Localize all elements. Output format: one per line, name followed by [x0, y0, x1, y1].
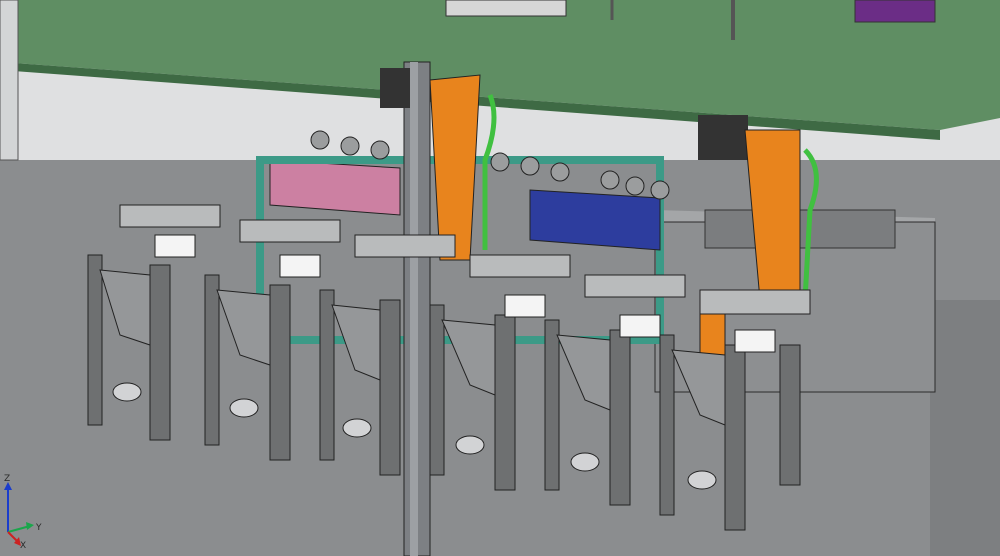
- assembly-scene[interactable]: [0, 0, 1000, 556]
- steel-pillar-face: [410, 62, 418, 556]
- pink-tray: [269, 159, 401, 216]
- y-axis-label: Y: [35, 523, 42, 533]
- blue-plate: [529, 189, 661, 251]
- cad-viewport[interactable]: Z Y X: [0, 0, 1000, 556]
- x-axis-label: X: [20, 541, 26, 550]
- axis-triad: Z Y X: [4, 474, 42, 550]
- ceiling-box: [445, 0, 567, 17]
- left-column: [0, 0, 19, 161]
- purple-cabinet: [854, 0, 936, 23]
- y-axis-arrow: [26, 522, 34, 530]
- z-axis-label: Z: [4, 474, 10, 484]
- floor-panel: [930, 300, 1000, 556]
